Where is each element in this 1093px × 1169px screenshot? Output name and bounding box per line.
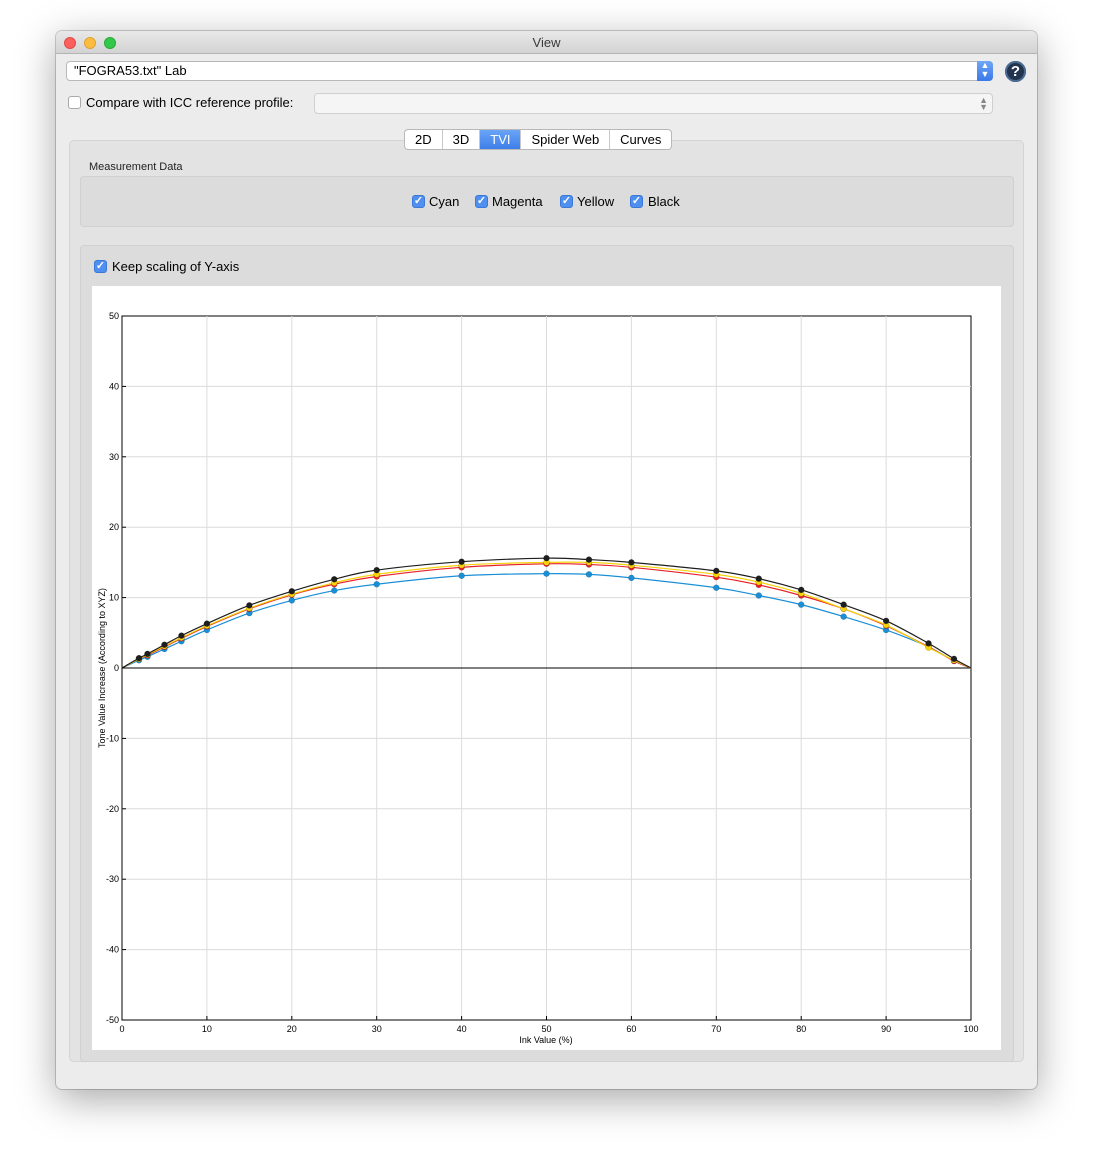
tab-tvi[interactable]: TVI (480, 130, 522, 149)
x-tick-label: 100 (963, 1024, 978, 1034)
y-tick-label: 50 (109, 311, 119, 321)
keep-scaling-checkbox[interactable]: ✓ (94, 260, 107, 273)
data-point (713, 584, 720, 591)
data-point (373, 566, 380, 574)
measurement-data-group (80, 176, 1014, 227)
tvi-chart-svg: 0 10 20 30 40 50 60 70 80 90 100 -50 -40 -30 -20 -10 0 10… (97, 311, 979, 1045)
chevron-updown-icon[interactable]: ▲ ▼ (977, 61, 993, 81)
data-point (458, 558, 465, 565)
data-point (543, 554, 550, 562)
data-point (950, 655, 958, 663)
x-tick-label: 90 (881, 1024, 891, 1034)
x-tick-label: 50 (541, 1024, 551, 1034)
data-point (840, 613, 847, 620)
data-point (925, 640, 932, 647)
data-point (288, 588, 296, 595)
y-tick-label: 0 (114, 663, 119, 673)
main-window: View "FOGRA53.txt" Lab ▲ ▼ ? Compare with… (56, 31, 1037, 1089)
data-point (288, 597, 296, 604)
view-tabs: 2D 3D TVI Spider Web Curves (404, 129, 673, 150)
compare-checkbox[interactable] (68, 96, 81, 109)
data-point (144, 650, 151, 658)
tab-spider-web[interactable]: Spider Web (521, 130, 611, 149)
data-point (135, 654, 143, 662)
x-tick-label: 20 (287, 1024, 297, 1034)
data-point (713, 567, 720, 575)
data-point (755, 575, 762, 582)
keep-scaling-label: Keep scaling of Y-axis (112, 259, 240, 274)
x-tick-label: 10 (202, 1024, 212, 1034)
y-tick-label: -50 (106, 1015, 119, 1025)
source-select[interactable]: "FOGRA53.txt" Lab ▲ ▼ (66, 61, 993, 81)
data-point (882, 617, 890, 625)
y-tick-label: 30 (109, 452, 119, 462)
data-point (331, 587, 338, 594)
y-tick-label: 10 (109, 593, 119, 603)
window-title: View (532, 35, 561, 50)
black-label: Black (648, 194, 680, 209)
tab-curves[interactable]: Curves (610, 130, 671, 149)
data-point (628, 574, 635, 582)
y-tick-label: 20 (109, 522, 119, 532)
data-point (161, 641, 168, 649)
magenta-checkbox[interactable]: ✓ (475, 195, 488, 208)
data-point (543, 570, 550, 577)
data-point (797, 601, 805, 608)
x-tick-label: 80 (796, 1024, 806, 1034)
measurement-data-title: Measurement Data (89, 161, 183, 173)
x-tick-label: 60 (626, 1024, 636, 1034)
data-point (797, 586, 805, 594)
x-tick-label: 40 (457, 1024, 467, 1034)
x-tick-label: 30 (372, 1024, 382, 1034)
title-bar[interactable]: View (56, 31, 1037, 54)
data-point (755, 592, 762, 599)
tvi-chart: 0 10 20 30 40 50 60 70 80 90 100 -50 -40 -30 -20 -10 0 10… (92, 286, 1001, 1050)
data-point (246, 602, 253, 609)
y-tick-label: 40 (109, 381, 119, 391)
data-point (203, 620, 211, 627)
cyan-checkbox[interactable]: ✓ (412, 195, 425, 208)
data-point (331, 576, 338, 583)
help-button[interactable]: ? (1005, 61, 1026, 82)
y-tick-label: -10 (106, 733, 119, 743)
y-tick-label: -40 (106, 945, 119, 955)
data-point (178, 632, 185, 639)
y-tick-label: -30 (106, 874, 119, 884)
reference-profile-select[interactable]: ▲ ▼ (314, 93, 993, 114)
source-select-value: "FOGRA53.txt" Lab (74, 63, 187, 78)
data-point (840, 601, 847, 608)
tab-3d[interactable]: 3D (443, 130, 481, 149)
y-axis-label: Tone Value Increase (According to XYZ) (97, 588, 107, 748)
black-checkbox[interactable]: ✓ (630, 195, 643, 208)
compare-label: Compare with ICC reference profile: (86, 95, 294, 110)
cyan-label: Cyan (429, 194, 460, 209)
yellow-label: Yellow (577, 194, 615, 209)
tab-2d[interactable]: 2D (405, 130, 443, 149)
magenta-label: Magenta (492, 194, 543, 209)
data-point (458, 572, 465, 580)
data-point (585, 556, 593, 563)
data-point (373, 580, 380, 588)
yellow-checkbox[interactable]: ✓ (560, 195, 573, 208)
x-tick-label: 70 (711, 1024, 721, 1034)
x-tick-label: 0 (119, 1024, 124, 1034)
data-point (585, 571, 593, 578)
y-tick-label: -20 (106, 804, 119, 814)
chevron-updown-icon: ▲ ▼ (979, 95, 988, 112)
data-point (628, 559, 635, 566)
x-axis-label: Ink Value (%) (519, 1035, 572, 1045)
